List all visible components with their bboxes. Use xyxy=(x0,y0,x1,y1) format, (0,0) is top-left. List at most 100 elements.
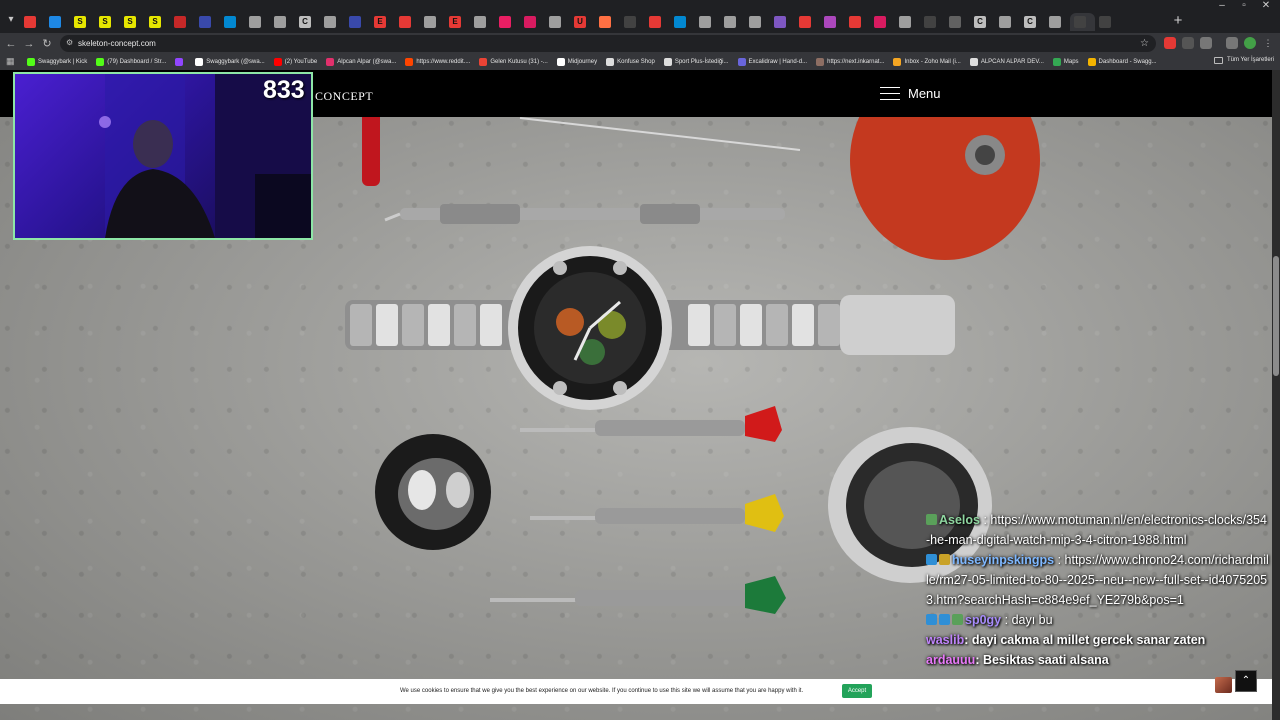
back-icon[interactable]: ← xyxy=(4,37,18,51)
browser-tab[interactable] xyxy=(245,13,270,31)
bookmark-item[interactable]: Inbox - Zoho Mail (i... xyxy=(893,56,961,68)
bookmark-item[interactable]: Konfuse Shop xyxy=(606,56,655,68)
new-tab-icon[interactable]: + xyxy=(1171,13,1185,28)
menu-button[interactable]: Menu xyxy=(880,82,941,104)
browser-tab[interactable] xyxy=(520,13,545,31)
page-scrollbar[interactable] xyxy=(1272,70,1280,720)
browser-tab[interactable] xyxy=(320,13,345,31)
browser-tab[interactable] xyxy=(270,13,295,31)
bookmark-item[interactable]: https://next.inkarnat... xyxy=(816,56,884,68)
browser-tab[interactable]: E xyxy=(370,13,395,31)
scroll-to-top-icon[interactable]: ⌃ xyxy=(1235,670,1257,692)
chat-badge-icon xyxy=(952,614,963,625)
browser-tab[interactable] xyxy=(20,13,45,31)
browser-tab[interactable] xyxy=(1070,13,1095,31)
browser-tab[interactable] xyxy=(1095,13,1120,31)
browser-tab[interactable] xyxy=(470,13,495,31)
extensions-puzzle-icon[interactable] xyxy=(1200,37,1212,49)
scrollbar-thumb[interactable] xyxy=(1273,256,1279,376)
tab-search-icon[interactable]: ▾ xyxy=(4,13,18,27)
profile-avatar[interactable] xyxy=(1244,37,1256,49)
downloads-icon[interactable] xyxy=(1226,37,1238,49)
bookmark-item[interactable]: Excalidraw | Hand-d... xyxy=(737,56,807,68)
site-info-icon[interactable]: ⚙ xyxy=(66,38,76,48)
bookmark-item[interactable]: Maps xyxy=(1052,56,1079,68)
browser-tab[interactable]: S xyxy=(145,13,170,31)
browser-tab[interactable]: U xyxy=(570,13,595,31)
browser-menu-icon[interactable]: ⋮ xyxy=(1262,37,1274,49)
site-logo[interactable]: CONCEPT xyxy=(315,89,373,104)
bracelet-link xyxy=(376,304,398,346)
browser-tab[interactable]: C xyxy=(295,13,320,31)
bookmark-item[interactable]: ALPCAN ALPAR DEV... xyxy=(969,56,1044,68)
browser-tab[interactable] xyxy=(220,13,245,31)
browser-tab[interactable]: S xyxy=(120,13,145,31)
browser-tab[interactable] xyxy=(645,13,670,31)
chat-username[interactable]: huseyinpskingps xyxy=(952,553,1054,567)
minimize-icon[interactable]: – xyxy=(1212,0,1232,12)
bookmark-item[interactable]: Midjourney xyxy=(556,56,597,68)
apps-grid-icon[interactable]: ▦ xyxy=(6,56,16,66)
browser-tab[interactable] xyxy=(170,13,195,31)
bookmark-item[interactable]: (2) YouTube xyxy=(273,56,317,68)
close-window-icon[interactable]: ✕ xyxy=(1256,0,1276,12)
browser-tab[interactable] xyxy=(695,13,720,31)
bookmark-favicon-icon xyxy=(273,58,282,66)
bookmark-item[interactable]: Dashboard - Swagg... xyxy=(1087,56,1157,68)
browser-tab[interactable] xyxy=(45,13,70,31)
browser-tab[interactable] xyxy=(620,13,645,31)
hamburger-icon xyxy=(880,85,902,101)
browser-tab[interactable] xyxy=(895,13,920,31)
reload-icon[interactable]: ↻ xyxy=(40,37,54,51)
bookmark-item[interactable] xyxy=(175,56,186,68)
bookmark-item[interactable]: Gelen Kutusu (31) -... xyxy=(479,56,548,68)
bookmark-item[interactable]: Swaggybark | Kick xyxy=(27,56,87,68)
browser-tab[interactable] xyxy=(420,13,445,31)
browser-tab[interactable] xyxy=(595,13,620,31)
browser-tab[interactable] xyxy=(345,13,370,31)
extension-icon[interactable] xyxy=(1164,37,1176,49)
bookmark-label: Swaggybark (@swa... xyxy=(206,59,265,65)
browser-tab[interactable] xyxy=(845,13,870,31)
bookmark-item[interactable]: Alpcan Alpar (@swa... xyxy=(326,56,396,68)
chat-message: Aselos : https://www.motuman.nl/en/elect… xyxy=(926,510,1270,550)
url-text[interactable]: skeleton-concept.com xyxy=(78,37,156,50)
browser-tab[interactable] xyxy=(770,13,795,31)
extension-icon[interactable] xyxy=(1182,37,1194,49)
browser-tab[interactable]: C xyxy=(1020,13,1045,31)
browser-tab[interactable]: E xyxy=(445,13,470,31)
address-bar[interactable]: ⚙ skeleton-concept.com ☆ xyxy=(60,35,1156,52)
bookmark-item[interactable]: Sport Plus-İstediği... xyxy=(663,56,729,68)
bookmark-star-icon[interactable]: ☆ xyxy=(1140,37,1149,50)
browser-tab[interactable] xyxy=(870,13,895,31)
browser-tab[interactable] xyxy=(945,13,970,31)
browser-tab[interactable] xyxy=(920,13,945,31)
browser-tab[interactable] xyxy=(395,13,420,31)
browser-tab[interactable] xyxy=(745,13,770,31)
cookie-accept-button[interactable]: Accept xyxy=(842,684,872,698)
browser-tab[interactable] xyxy=(670,13,695,31)
browser-tab[interactable] xyxy=(795,13,820,31)
bookmark-item[interactable]: Swaggybark (@swa... xyxy=(195,56,265,68)
maximize-icon[interactable]: ▫ xyxy=(1234,0,1254,12)
forward-icon[interactable]: → xyxy=(22,37,36,51)
browser-tab[interactable] xyxy=(195,13,220,31)
viewer-count: 833 xyxy=(263,76,305,104)
chat-username[interactable]: waslib xyxy=(926,633,964,647)
browser-tab[interactable] xyxy=(1045,13,1070,31)
chat-username[interactable]: sp0gy xyxy=(965,613,1001,627)
browser-tab[interactable] xyxy=(720,13,745,31)
all-bookmarks[interactable]: Tüm Yer İşaretleri xyxy=(1213,56,1274,64)
browser-tab[interactable] xyxy=(820,13,845,31)
bookmark-item[interactable]: (79) Dashboard / Str... xyxy=(96,56,166,68)
browser-tab[interactable] xyxy=(995,13,1020,31)
browser-tab[interactable]: S xyxy=(70,13,95,31)
chat-username[interactable]: ardauuu xyxy=(926,653,975,667)
bookmark-item[interactable]: https://www.reddit.... xyxy=(405,56,470,68)
tab-favicon-icon: C xyxy=(974,16,986,28)
chat-username[interactable]: Aselos xyxy=(939,513,980,527)
browser-tab[interactable] xyxy=(495,13,520,31)
browser-tab[interactable] xyxy=(545,13,570,31)
browser-tab[interactable]: S xyxy=(95,13,120,31)
browser-tab[interactable]: C xyxy=(970,13,995,31)
